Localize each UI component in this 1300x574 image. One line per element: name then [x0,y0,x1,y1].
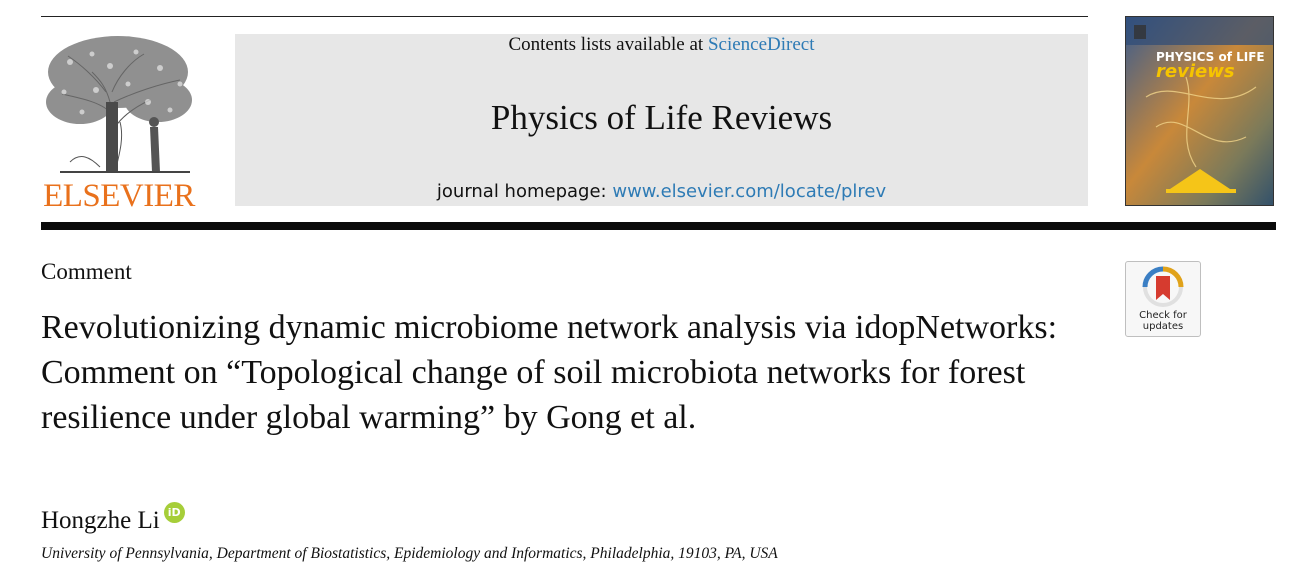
author-name[interactable]: Hongzhe Li [41,507,160,534]
check-for-updates-button[interactable]: Check for updates [1125,261,1201,337]
cover-image [1126,17,1273,205]
tree-icon [46,36,192,173]
top-rule [41,16,1088,17]
orcid-icon[interactable]: iD [163,502,185,523]
contents-line: Contents lists available at ScienceDirec… [235,34,1088,56]
journal-homepage-link[interactable]: www.elsevier.com/locate/plrev [612,181,886,202]
article-type: Comment [41,259,132,284]
elsevier-logo[interactable]: ELSEVIER [40,32,198,214]
author: Hongzhe Li iD [41,502,185,536]
author-affiliation: University of Pennsylvania, Department o… [41,545,778,562]
bookmark-ribbon-icon [1142,266,1184,307]
homepage-line: journal homepage: www.elsevier.com/locat… [235,180,1088,204]
header-divider [41,222,1276,230]
cover-title-line2: reviews [1156,61,1235,82]
badge-line2: updates [1142,321,1184,332]
sciencedirect-link[interactable]: ScienceDirect [708,34,815,55]
contents-prefix: Contents lists available at [508,34,708,55]
badge-line1: Check for [1139,310,1187,321]
journal-cover[interactable]: PHYSICS of LIFE reviews [1125,16,1274,206]
journal-header-box: Contents lists available at ScienceDirec… [235,34,1088,206]
article-title: Revolutionizing dynamic microbiome netwo… [41,309,1058,436]
homepage-prefix: journal homepage: [436,181,613,202]
journal-title: Physics of Life Reviews [490,98,833,137]
badge-text: Check for updates [1126,310,1200,332]
publisher-name: ELSEVIER [43,178,195,214]
